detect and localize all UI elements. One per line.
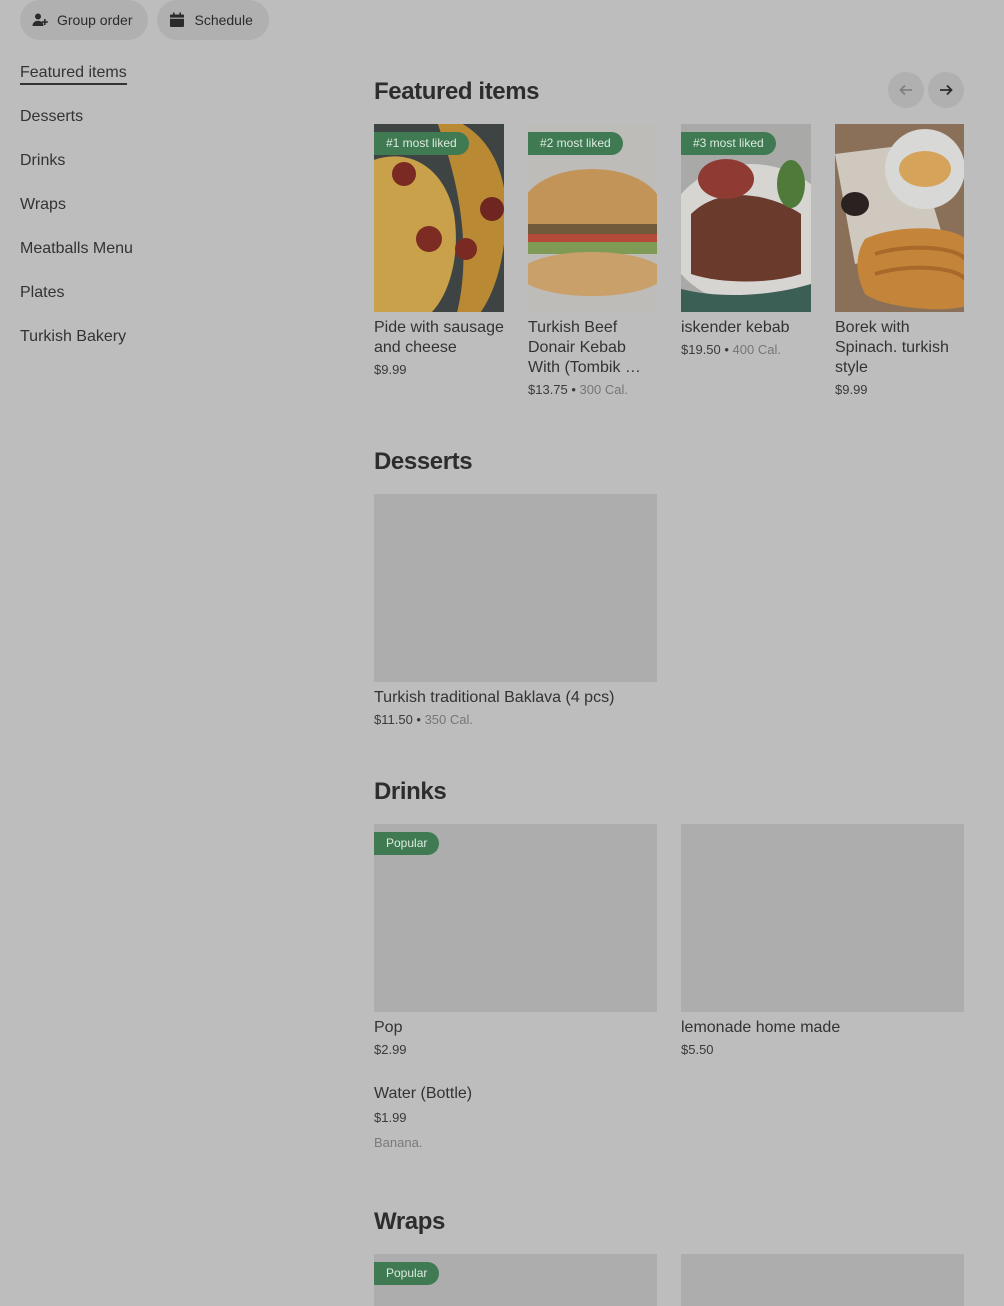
- featured-item-card[interactable]: #3 most liked iskender kebab $19.50 • 40…: [681, 124, 811, 357]
- sidebar-item-label: Wraps: [20, 196, 66, 213]
- item-price: $2.99: [374, 1042, 407, 1057]
- popular-badge: Popular: [374, 832, 440, 855]
- item-calories: 300 Cal.: [579, 382, 628, 397]
- item-price: $19.50: [681, 342, 721, 357]
- featured-item-card[interactable]: #2 most liked Turkish Beef Donair Kebab …: [528, 124, 657, 397]
- item-name: Pide with sausage and cheese: [374, 319, 504, 356]
- item-name: Turkish traditional Baklava (4 pcs): [374, 689, 615, 706]
- section-title-wraps: Wraps: [374, 1208, 445, 1235]
- item-image: #2 most liked: [528, 124, 657, 312]
- item-name: Pop: [374, 1019, 403, 1036]
- group-order-label: Group order: [57, 12, 133, 28]
- rank-badge: #2 most liked: [528, 132, 623, 155]
- sidebar-item-label: Plates: [20, 284, 65, 301]
- item-price-row: $13.75 • 300 Cal.: [528, 382, 628, 397]
- sidebar-item-drinks[interactable]: Drinks: [20, 150, 220, 194]
- sidebar-item-label: Desserts: [20, 108, 84, 125]
- section-title-drinks: Drinks: [374, 778, 447, 805]
- sidebar-item-label: Featured items: [20, 64, 127, 85]
- menu-item-card[interactable]: lemonade home made $5.50: [681, 824, 964, 1057]
- item-price-row: $11.50 • 350 Cal.: [374, 712, 473, 727]
- carousel-next-button[interactable]: [928, 72, 964, 108]
- sidebar-item-meatballs-menu[interactable]: Meatballs Menu: [20, 238, 220, 282]
- item-price-row: $9.99: [835, 382, 964, 397]
- menu-item-card[interactable]: [681, 1254, 964, 1306]
- item-calories: 400 Cal.: [732, 342, 781, 357]
- sidebar-item-plates[interactable]: Plates: [20, 282, 220, 326]
- arrow-right-icon: [940, 84, 953, 96]
- item-calories: 350 Cal.: [424, 712, 473, 727]
- item-image-placeholder: [681, 824, 964, 1012]
- group-order-button[interactable]: Group order: [20, 0, 149, 40]
- menu-item-card[interactable]: Popular: [374, 1254, 657, 1306]
- item-price: $9.99: [374, 362, 407, 377]
- item-price: $11.50: [374, 712, 413, 727]
- item-price: $13.75: [528, 382, 568, 397]
- rank-badge: #3 most liked: [681, 132, 776, 155]
- sidebar-item-desserts[interactable]: Desserts: [20, 106, 220, 150]
- item-name: lemonade home made: [681, 1019, 841, 1036]
- rank-badge: #1 most liked: [374, 132, 469, 155]
- carousel-prev-button[interactable]: [888, 72, 924, 108]
- sidebar-item-featured-items[interactable]: Featured items: [20, 62, 220, 106]
- item-image: [835, 124, 964, 312]
- item-price: $5.50: [681, 1042, 714, 1057]
- schedule-button[interactable]: Schedule: [157, 0, 269, 40]
- item-image: #3 most liked: [681, 124, 811, 312]
- category-nav: Featured items Desserts Drinks Wraps Mea…: [20, 62, 220, 370]
- section-title-featured-items: Featured items: [374, 78, 540, 105]
- featured-item-card[interactable]: #1 most liked Pide with sausage and chee…: [374, 124, 504, 377]
- item-price-row: $9.99: [374, 362, 504, 377]
- sidebar-item-wraps[interactable]: Wraps: [20, 194, 220, 238]
- top-actions: Group order Schedule: [20, 0, 269, 40]
- sidebar-item-label: Turkish Bakery: [20, 328, 127, 345]
- section-title-desserts: Desserts: [374, 448, 473, 475]
- item-description: Banana.: [374, 1135, 423, 1150]
- item-price: $1.99: [374, 1110, 407, 1125]
- menu-item-card[interactable]: Turkish traditional Baklava (4 pcs) $11.…: [374, 494, 657, 727]
- item-price: $9.99: [835, 382, 868, 397]
- carousel-controls: [888, 72, 964, 108]
- popular-badge: Popular: [374, 1262, 440, 1285]
- person-add-icon: [32, 13, 48, 26]
- arrow-left-icon: [899, 84, 912, 96]
- sidebar-item-turkish-bakery[interactable]: Turkish Bakery: [20, 326, 220, 370]
- featured-item-card[interactable]: Borek with Spinach. turkish style $9.99: [835, 124, 964, 397]
- item-image-placeholder: Popular: [374, 1254, 657, 1306]
- item-image-placeholder: Popular: [374, 824, 657, 1012]
- sidebar-item-label: Drinks: [20, 152, 66, 169]
- calendar-icon: [170, 12, 185, 27]
- item-image-placeholder: [681, 1254, 964, 1306]
- sidebar-item-label: Meatballs Menu: [20, 240, 133, 257]
- item-name: iskender kebab: [681, 319, 790, 336]
- item-name: Turkish Beef Donair Kebab With (Tombik …: [528, 319, 641, 376]
- menu-item-card[interactable]: Water (Bottle) $1.99 Banana.: [374, 1078, 657, 1150]
- schedule-label: Schedule: [194, 12, 253, 28]
- item-image: #1 most liked: [374, 124, 504, 312]
- menu-item-card[interactable]: Popular Pop $2.99: [374, 824, 657, 1057]
- item-image-placeholder: [374, 494, 657, 682]
- item-name: Water (Bottle): [374, 1085, 473, 1102]
- item-price-row: $19.50 • 400 Cal.: [681, 342, 781, 357]
- item-name: Borek with Spinach. turkish style: [835, 319, 949, 376]
- borek-photo: [835, 124, 964, 312]
